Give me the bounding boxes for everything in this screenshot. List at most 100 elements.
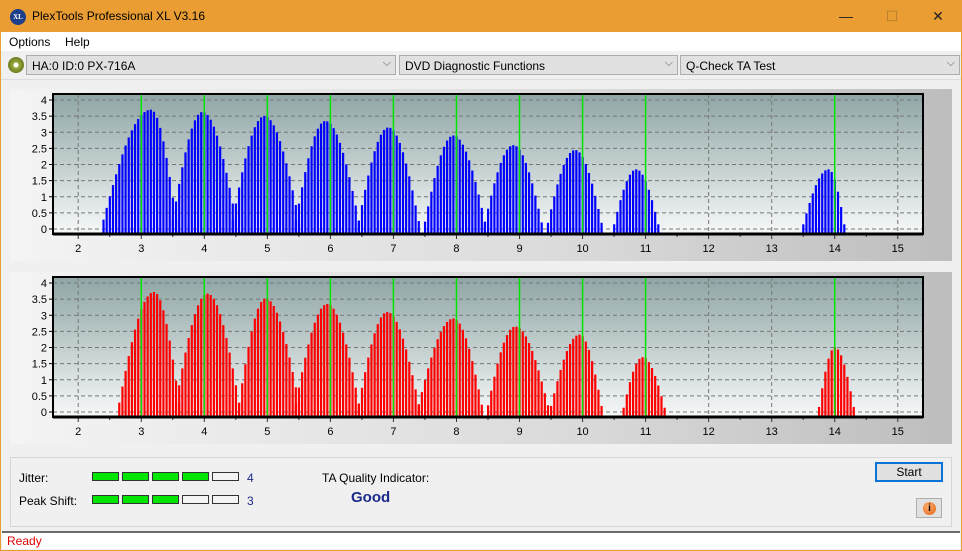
- histogram-bar: [206, 114, 209, 234]
- histogram-bar: [408, 176, 411, 234]
- histogram-bar: [282, 331, 285, 417]
- histogram-bar: [423, 379, 427, 417]
- histogram-bar: [433, 347, 436, 417]
- histogram-bar: [165, 157, 168, 234]
- histogram-bar: [127, 137, 130, 234]
- histogram-bar: [222, 158, 225, 234]
- x-tick-label: 10: [576, 243, 588, 255]
- y-tick-label: 0.5: [32, 208, 47, 220]
- histogram-bar: [625, 394, 628, 417]
- histogram-bar: [556, 381, 559, 417]
- histogram-bar: [562, 164, 565, 234]
- histogram-bar: [338, 142, 342, 234]
- y-tick-label: 0: [41, 224, 47, 236]
- x-tick-label: 15: [892, 426, 904, 438]
- histogram-bar: [553, 196, 556, 234]
- histogram-bar: [805, 213, 808, 234]
- histogram-bar: [382, 313, 386, 417]
- top-chart-panel: 0 0.5 1 1.5 2 2.5 3 3.5 4 2 3 4 5 6 7 8 9 10 11 12 13 14 15: [10, 89, 952, 261]
- histogram-bar: [354, 387, 357, 417]
- histogram-bar: [215, 305, 219, 417]
- x-tick-label: 13: [766, 426, 778, 438]
- maximize-button[interactable]: ☐: [869, 1, 915, 32]
- function-select[interactable]: DVD Diagnostic Functions ⌵: [399, 55, 678, 75]
- histogram-bar: [616, 211, 619, 234]
- histogram-bar: [537, 370, 540, 417]
- histogram-bar: [521, 155, 524, 234]
- x-tick-label: 7: [390, 426, 396, 438]
- histogram-bar: [370, 344, 373, 417]
- histogram-bar: [423, 221, 427, 234]
- histogram-bar: [568, 343, 572, 417]
- histogram-bar: [417, 221, 420, 234]
- histogram-bar: [231, 368, 234, 417]
- histogram-bar: [345, 164, 348, 234]
- histogram-bar: [102, 219, 105, 234]
- histogram-bar: [401, 152, 405, 234]
- histogram-bar: [442, 326, 446, 417]
- histogram-bar: [360, 387, 364, 417]
- histogram-bar: [370, 162, 373, 234]
- x-tick-label: 14: [829, 426, 841, 438]
- y-tick-label: 3: [41, 127, 47, 139]
- histogram-bar: [133, 124, 137, 234]
- histogram-bar: [540, 381, 543, 417]
- histogram-bar: [635, 363, 638, 417]
- peak-shift-label: Peak Shift:: [19, 494, 78, 508]
- histogram-bar: [291, 190, 294, 234]
- histogram-bar: [827, 358, 830, 417]
- histogram-bar: [162, 141, 165, 234]
- minimize-button[interactable]: —: [823, 1, 869, 32]
- histogram-bar: [594, 195, 597, 234]
- histogram-bar: [572, 150, 575, 234]
- histogram-bar: [345, 344, 348, 417]
- histogram-bar: [505, 149, 509, 234]
- histogram-bar: [342, 332, 345, 417]
- histogram-bar: [219, 314, 222, 417]
- histogram-bar: [449, 136, 452, 234]
- y-tick-label: 3.5: [32, 111, 47, 123]
- histogram-bar: [524, 336, 528, 417]
- y-tick-label: 1.5: [32, 176, 47, 188]
- histogram-bar: [228, 187, 231, 234]
- histogram-bar: [556, 184, 559, 234]
- histogram-bar: [559, 173, 562, 234]
- histogram-bar: [294, 403, 297, 417]
- histogram-bar: [260, 117, 263, 234]
- histogram-bar: [452, 318, 455, 417]
- info-button[interactable]: i: [916, 498, 942, 518]
- y-tick-label: 3: [41, 310, 47, 322]
- histogram-bar: [206, 293, 209, 417]
- test-select[interactable]: Q-Check TA Test ⌵: [680, 55, 960, 75]
- close-button[interactable]: ✕: [915, 1, 961, 32]
- start-button[interactable]: Start: [875, 462, 943, 482]
- histogram-bar: [171, 359, 174, 417]
- app-logo-icon: XL: [10, 9, 26, 25]
- histogram-bar: [313, 136, 316, 234]
- histogram-bar: [178, 183, 181, 234]
- histogram-bar: [628, 382, 632, 417]
- histogram-bar: [326, 303, 329, 417]
- y-tick-label: 3.5: [32, 294, 47, 306]
- histogram-bar: [654, 211, 657, 234]
- histogram-bar: [578, 334, 581, 417]
- histogram-bar: [225, 337, 228, 417]
- histogram-bar: [215, 135, 219, 234]
- histogram-bar: [301, 372, 304, 417]
- histogram-bar: [127, 356, 130, 417]
- histogram-bar: [357, 221, 360, 234]
- y-tick-label: 2: [41, 160, 47, 172]
- bottom-chart-panel: 0 0.5 1 1.5 2 2.5 3 3.5 4 2 3 4 5 6 7 8 9 10 11 12 13 14 15: [10, 272, 952, 444]
- toolbar: HA:0 ID:0 PX-716A ⌵ DVD Diagnostic Funct…: [1, 52, 961, 80]
- histogram-bar: [521, 331, 524, 417]
- histogram-bar: [430, 191, 433, 234]
- menu-help[interactable]: Help: [65, 35, 90, 49]
- histogram-bar: [490, 195, 493, 234]
- histogram-bar: [389, 313, 392, 417]
- histogram-bar: [115, 174, 118, 234]
- histogram-bar: [439, 331, 442, 417]
- histogram-bar: [367, 357, 370, 417]
- menu-options[interactable]: Options: [9, 35, 50, 49]
- drive-select[interactable]: HA:0 ID:0 PX-716A ⌵: [26, 55, 396, 75]
- histogram-bar: [146, 110, 149, 234]
